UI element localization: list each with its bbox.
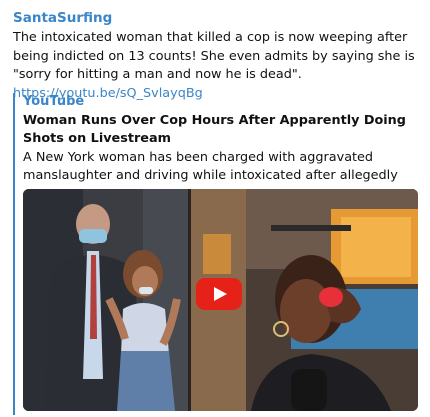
- video-thumbnail[interactable]: [23, 189, 418, 411]
- message-bubble: SantaSurfing The intoxicated woman that …: [0, 0, 430, 417]
- preview-description: A New York woman has been charged with a…: [23, 150, 398, 183]
- preview-title: Woman Runs Over Cop Hours After Apparent…: [23, 113, 406, 146]
- sender-name[interactable]: SantaSurfing: [13, 10, 112, 26]
- message-text: The intoxicated woman that killed a cop …: [13, 29, 421, 103]
- link-preview[interactable]: YouTube Woman Runs Over Cop Hours After …: [13, 93, 421, 415]
- message-body: The intoxicated woman that killed a cop …: [13, 30, 415, 82]
- preview-accent-bar: [13, 93, 15, 415]
- preview-site-name: YouTube: [23, 94, 85, 109]
- thumbnail-left-photo: [23, 189, 188, 411]
- play-icon[interactable]: [196, 278, 242, 310]
